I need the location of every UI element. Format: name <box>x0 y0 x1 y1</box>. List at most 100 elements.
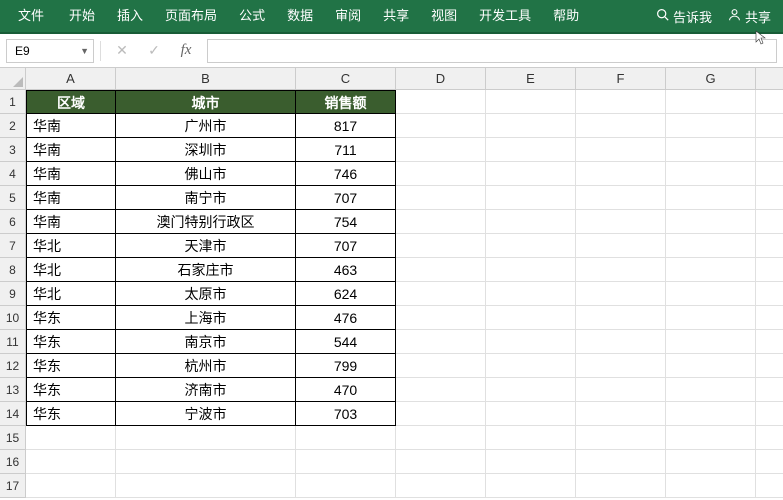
cell-C1[interactable]: 销售额 <box>296 90 396 114</box>
cell-F16[interactable] <box>576 450 666 474</box>
cell-B4[interactable]: 佛山市 <box>116 162 296 186</box>
cell-G4[interactable] <box>666 162 756 186</box>
row-header-13[interactable]: 13 <box>0 378 26 402</box>
cell-A9[interactable]: 华北 <box>26 282 116 306</box>
cell-B2[interactable]: 广州市 <box>116 114 296 138</box>
cell-B15[interactable] <box>116 426 296 450</box>
cell-D2[interactable] <box>396 114 486 138</box>
cell-rest-7[interactable] <box>756 234 783 258</box>
cancel-button[interactable]: ✕ <box>107 39 137 63</box>
cell-B6[interactable]: 澳门特别行政区 <box>116 210 296 234</box>
cell-A14[interactable]: 华东 <box>26 402 116 426</box>
col-header-rest[interactable] <box>756 68 783 90</box>
col-header-D[interactable]: D <box>396 68 486 90</box>
row-header-12[interactable]: 12 <box>0 354 26 378</box>
cell-A5[interactable]: 华南 <box>26 186 116 210</box>
ribbon-tab-10[interactable]: 帮助 <box>542 0 590 32</box>
cell-E10[interactable] <box>486 306 576 330</box>
ribbon-tab-0[interactable]: 文件 <box>4 0 58 32</box>
cell-rest-4[interactable] <box>756 162 783 186</box>
cell-G11[interactable] <box>666 330 756 354</box>
ribbon-tab-7[interactable]: 共享 <box>372 0 420 32</box>
cell-D10[interactable] <box>396 306 486 330</box>
cell-G10[interactable] <box>666 306 756 330</box>
sheet[interactable]: ABCDEFG 1区域城市销售额2华南广州市8173华南深圳市7114华南佛山市… <box>0 68 783 500</box>
cell-E8[interactable] <box>486 258 576 282</box>
cell-E7[interactable] <box>486 234 576 258</box>
cell-C8[interactable]: 463 <box>296 258 396 282</box>
cell-B17[interactable] <box>116 474 296 498</box>
cell-rest-2[interactable] <box>756 114 783 138</box>
cell-G13[interactable] <box>666 378 756 402</box>
cell-D1[interactable] <box>396 90 486 114</box>
cell-F7[interactable] <box>576 234 666 258</box>
cell-C11[interactable]: 544 <box>296 330 396 354</box>
cell-rest-11[interactable] <box>756 330 783 354</box>
cell-rest-16[interactable] <box>756 450 783 474</box>
ribbon-tab-1[interactable]: 开始 <box>58 0 106 32</box>
cell-G7[interactable] <box>666 234 756 258</box>
row-header-8[interactable]: 8 <box>0 258 26 282</box>
cell-B10[interactable]: 上海市 <box>116 306 296 330</box>
ribbon-tab-5[interactable]: 数据 <box>276 0 324 32</box>
cell-C4[interactable]: 746 <box>296 162 396 186</box>
cell-rest-9[interactable] <box>756 282 783 306</box>
cell-C5[interactable]: 707 <box>296 186 396 210</box>
enter-button[interactable]: ✓ <box>139 39 169 63</box>
cell-G8[interactable] <box>666 258 756 282</box>
ribbon-tab-3[interactable]: 页面布局 <box>154 0 228 32</box>
row-header-11[interactable]: 11 <box>0 330 26 354</box>
cell-B1[interactable]: 城市 <box>116 90 296 114</box>
cell-B13[interactable]: 济南市 <box>116 378 296 402</box>
cell-B14[interactable]: 宁波市 <box>116 402 296 426</box>
cell-D6[interactable] <box>396 210 486 234</box>
cell-C14[interactable]: 703 <box>296 402 396 426</box>
cell-B5[interactable]: 南宁市 <box>116 186 296 210</box>
cell-rest-12[interactable] <box>756 354 783 378</box>
cell-F8[interactable] <box>576 258 666 282</box>
cell-D8[interactable] <box>396 258 486 282</box>
cell-A10[interactable]: 华东 <box>26 306 116 330</box>
cell-F4[interactable] <box>576 162 666 186</box>
cell-C13[interactable]: 470 <box>296 378 396 402</box>
cell-G14[interactable] <box>666 402 756 426</box>
cell-F15[interactable] <box>576 426 666 450</box>
cell-D3[interactable] <box>396 138 486 162</box>
ribbon-tab-2[interactable]: 插入 <box>106 0 154 32</box>
cell-F11[interactable] <box>576 330 666 354</box>
cell-B11[interactable]: 南京市 <box>116 330 296 354</box>
cell-A17[interactable] <box>26 474 116 498</box>
cell-D12[interactable] <box>396 354 486 378</box>
cell-A16[interactable] <box>26 450 116 474</box>
cell-F17[interactable] <box>576 474 666 498</box>
cell-rest-1[interactable] <box>756 90 783 114</box>
cell-A4[interactable]: 华南 <box>26 162 116 186</box>
cell-C12[interactable]: 799 <box>296 354 396 378</box>
row-header-6[interactable]: 6 <box>0 210 26 234</box>
cell-B9[interactable]: 太原市 <box>116 282 296 306</box>
cell-B8[interactable]: 石家庄市 <box>116 258 296 282</box>
formula-input[interactable] <box>207 39 777 63</box>
tell-me[interactable]: 告诉我 <box>648 0 720 32</box>
cell-D13[interactable] <box>396 378 486 402</box>
cell-F2[interactable] <box>576 114 666 138</box>
cell-E12[interactable] <box>486 354 576 378</box>
cell-D14[interactable] <box>396 402 486 426</box>
cell-rest-5[interactable] <box>756 186 783 210</box>
cell-G1[interactable] <box>666 90 756 114</box>
cell-B12[interactable]: 杭州市 <box>116 354 296 378</box>
cell-C7[interactable]: 707 <box>296 234 396 258</box>
cell-rest-17[interactable] <box>756 474 783 498</box>
cell-rest-10[interactable] <box>756 306 783 330</box>
cell-D15[interactable] <box>396 426 486 450</box>
cell-E17[interactable] <box>486 474 576 498</box>
cell-C2[interactable]: 817 <box>296 114 396 138</box>
cell-A2[interactable]: 华南 <box>26 114 116 138</box>
cell-D17[interactable] <box>396 474 486 498</box>
cell-F1[interactable] <box>576 90 666 114</box>
row-header-3[interactable]: 3 <box>0 138 26 162</box>
row-header-17[interactable]: 17 <box>0 474 26 498</box>
cell-A12[interactable]: 华东 <box>26 354 116 378</box>
cell-E4[interactable] <box>486 162 576 186</box>
cell-E16[interactable] <box>486 450 576 474</box>
